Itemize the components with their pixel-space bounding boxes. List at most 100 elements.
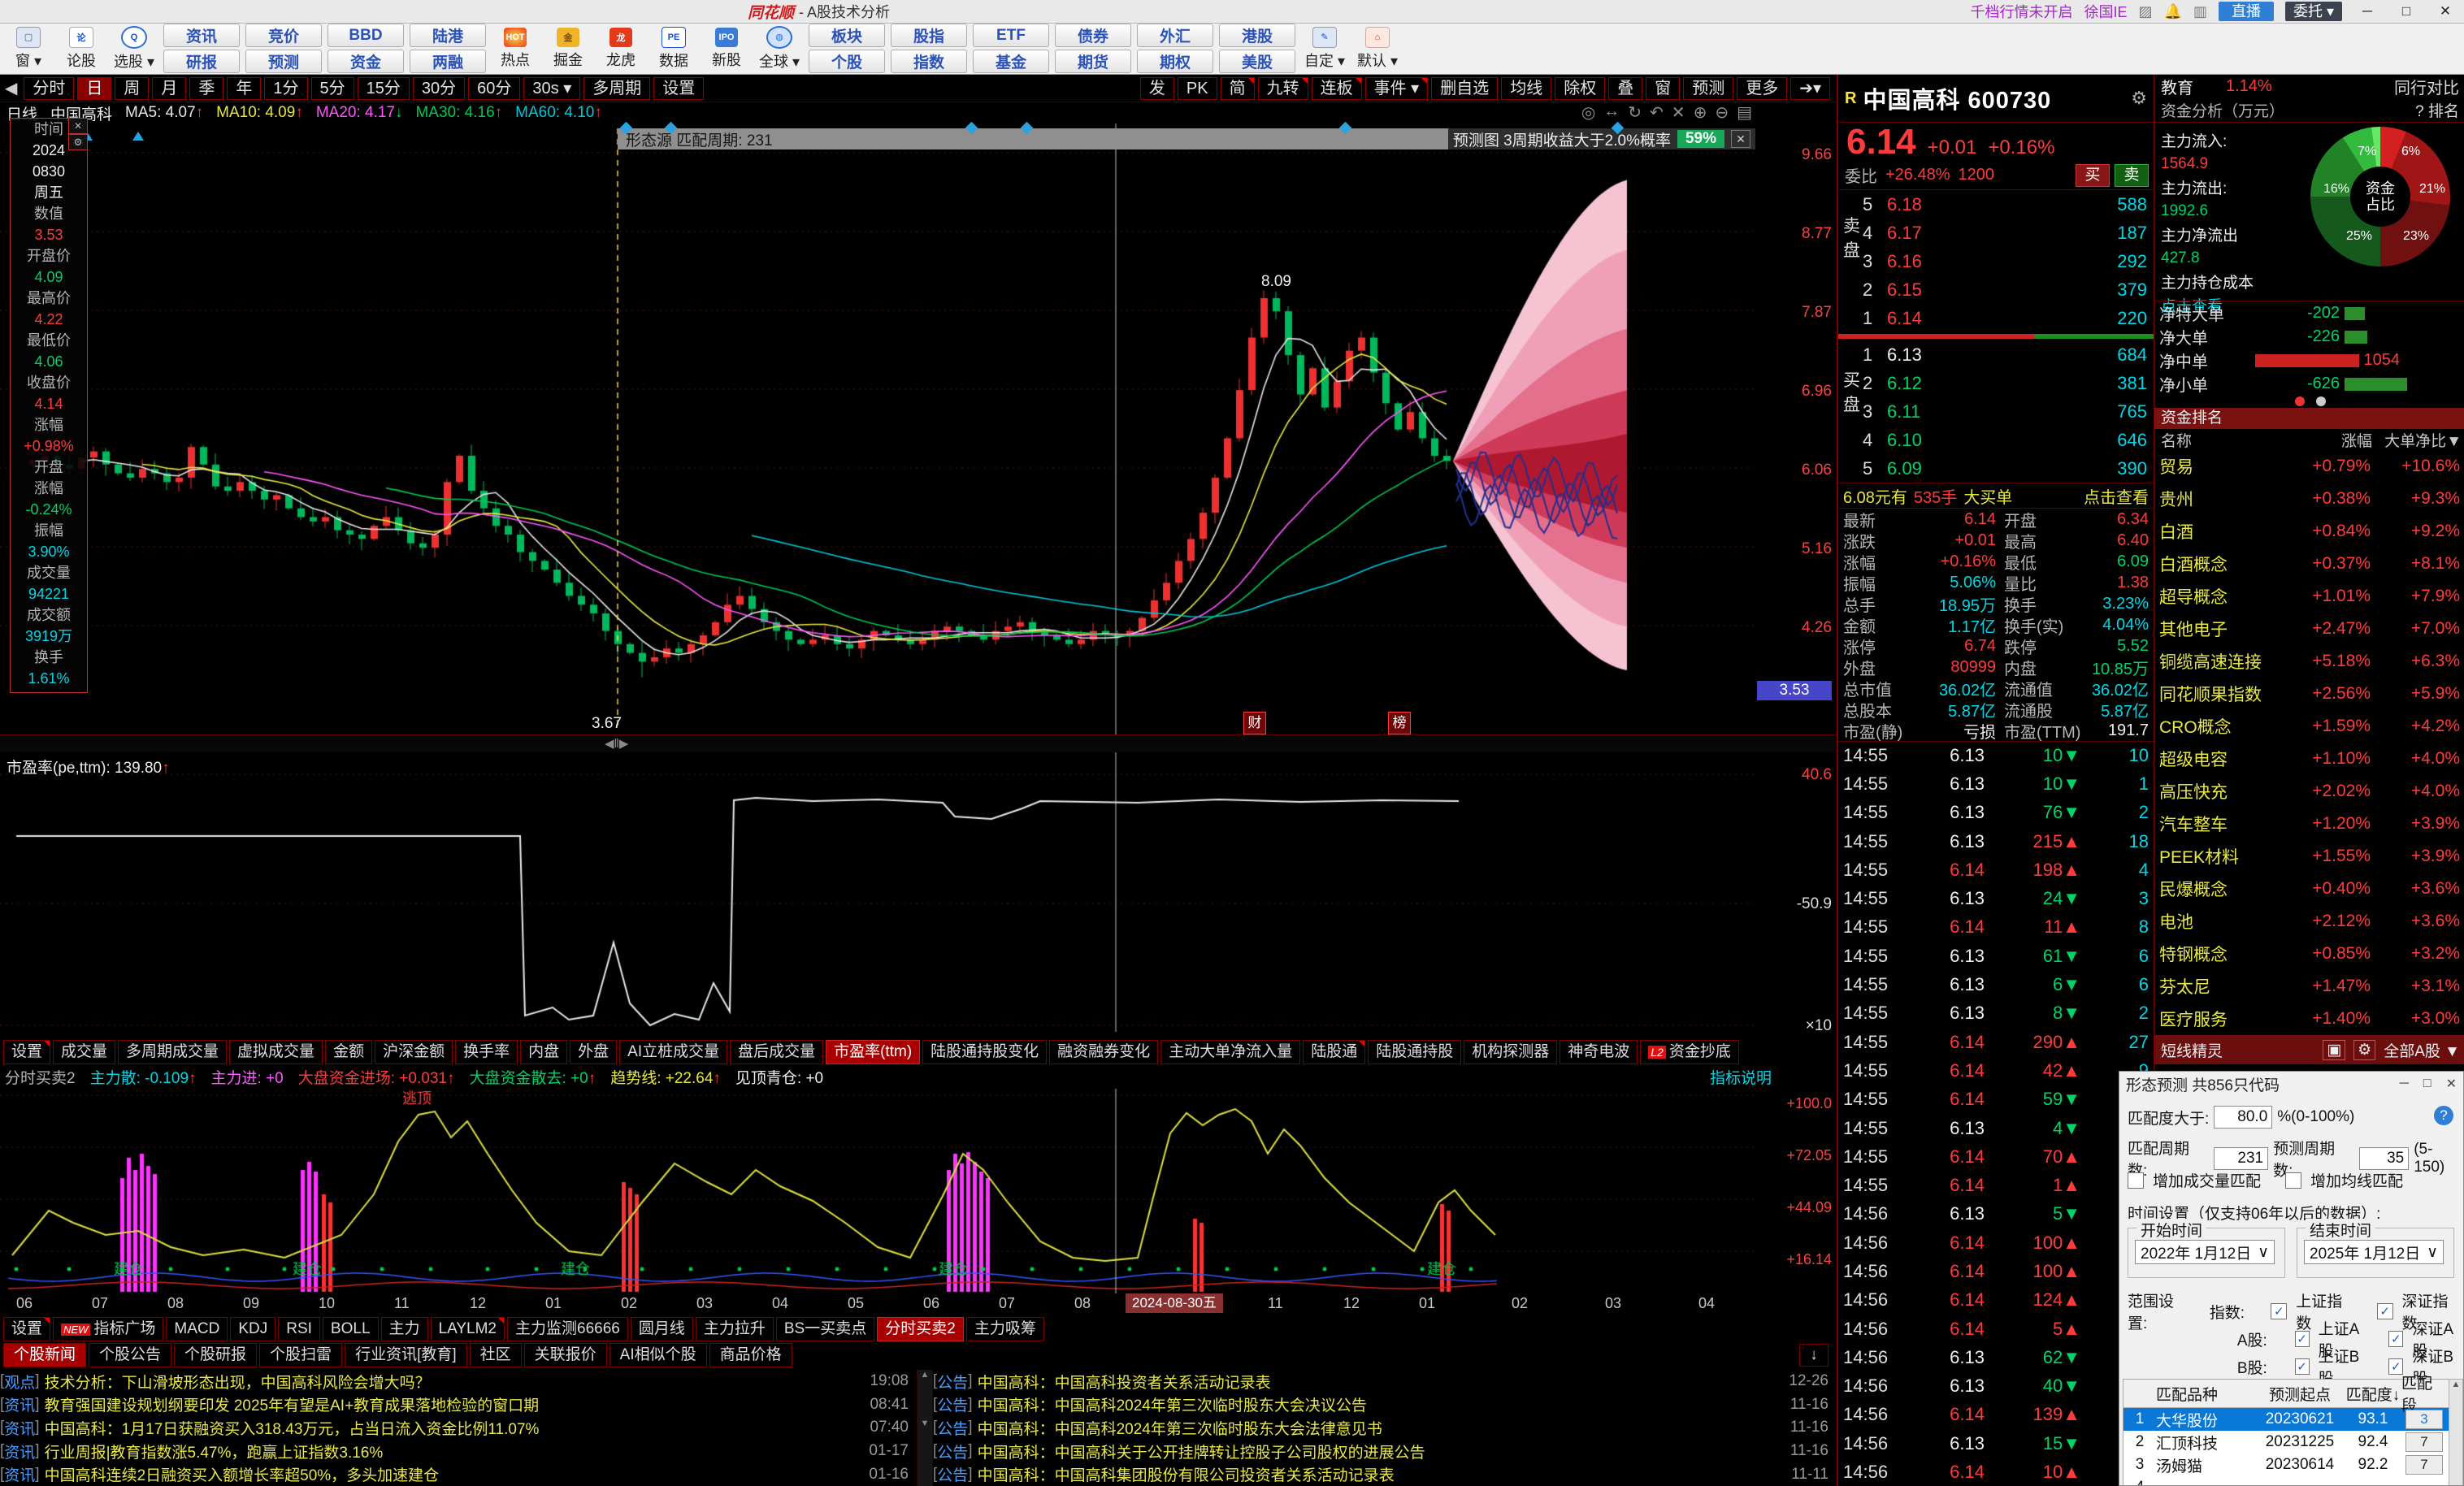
sub2-chart-canvas[interactable]	[0, 1089, 1837, 1293]
tool-事件[interactable]: 事件 ▾	[1365, 77, 1429, 100]
trade-row[interactable]: 14:556.14198▲4	[1838, 856, 2154, 884]
ind-tab-金额[interactable]: 金额	[325, 1040, 372, 1064]
sector-row[interactable]: 贸易+0.79%+10.6%	[2154, 450, 2464, 483]
period-周[interactable]: 周	[115, 77, 149, 100]
splitter-handle[interactable]: ◀‖▶	[605, 736, 628, 751]
news-item[interactable]: [ 公告 ]中国高科：中国高科投资者关系活动记录表12-26	[933, 1370, 1837, 1393]
dialog-titlebar[interactable]: 形态预测 共856只代码 ─ □ ✕	[2119, 1072, 2463, 1096]
prediction-close-icon[interactable]: ✕	[1731, 130, 1750, 148]
ind-tab-市盈率(ttm)[interactable]: 市盈率(ttm)	[826, 1040, 920, 1064]
match-row-汤姆猫[interactable]: 3汤姆猫2023061492.27	[2123, 1454, 2461, 1476]
ind-tab-陆股通持股[interactable]: 陆股通持股	[1368, 1040, 1461, 1064]
window-button[interactable]: ▢窗 ▾	[5, 25, 52, 72]
match-degree-input[interactable]: 80.0	[2214, 1106, 2272, 1129]
toolbar-button-龙虎[interactable]: 龙龙虎	[597, 25, 644, 72]
toolbar-button-陆港[interactable]: 陆港	[410, 24, 486, 47]
predict-cycle-input[interactable]: 35	[2359, 1147, 2410, 1170]
toolbar-button-热点[interactable]: HOT热点	[492, 25, 539, 72]
volume-match-checkbox[interactable]	[2128, 1172, 2144, 1189]
sort-column[interactable]: 大单净比▼	[2372, 429, 2464, 451]
sector-row[interactable]: 电池+2.12%+3.6%	[2154, 905, 2464, 938]
sector-row[interactable]: 特钢概念+0.85%+3.2%	[2154, 938, 2464, 970]
ask-row[interactable]: 16.14220	[1838, 304, 2154, 332]
tool-PK[interactable]: PK	[1178, 77, 1217, 100]
market-filter-dropdown[interactable]: 全部A股 ▼	[2384, 1039, 2460, 1061]
sector-row[interactable]: 白酒+0.84%+9.2%	[2154, 515, 2464, 548]
period-季[interactable]: 季	[189, 77, 223, 100]
kline-chart-canvas[interactable]	[0, 123, 1837, 734]
chart-tool-icon[interactable]: ↔	[1603, 102, 1620, 123]
news-item[interactable]: [ 资讯 ]教育强国建设规划纲要印发 2025年有望是AI+教育成果落地检验的窗…	[0, 1393, 917, 1417]
toolbar-button-资讯[interactable]: 资讯	[163, 24, 240, 47]
ind-tab-主动大单净流入量[interactable]: 主动大单净流入量	[1160, 1040, 1300, 1064]
chart-tool-icon[interactable]: ⊖	[1715, 102, 1729, 123]
big-order-alert[interactable]: 6.08元有535手 大买单 点击查看	[1838, 483, 2154, 509]
chart-tool-icon[interactable]: ↶	[1650, 102, 1664, 123]
trash-icon[interactable]: ▥	[2193, 3, 2207, 20]
bid-row[interactable]: 26.12381	[1838, 369, 2154, 397]
news-item[interactable]: [ 资讯 ]中国高科连续2日融资买入额增长率超50%，多头加速建仓01-16	[0, 1462, 917, 1486]
bid-row[interactable]: 56.09390	[1838, 454, 2154, 483]
news-scrollbar[interactable]: ▲▼	[917, 1370, 933, 1486]
sprite-window-icon[interactable]: ▣	[2323, 1040, 2345, 1060]
toolbar-button-债券[interactable]: 债券	[1055, 24, 1131, 47]
period-设置[interactable]: 设置	[653, 77, 704, 100]
func-tab-BOLL[interactable]: BOLL	[323, 1317, 379, 1341]
match-row-大华股份[interactable]: 1大华股份2023062193.13	[2123, 1408, 2461, 1431]
tool-发[interactable]: 发	[1140, 77, 1174, 100]
func-tab-MACD[interactable]: MACD	[166, 1317, 228, 1341]
toolbar-button-预测[interactable]: 预测	[245, 50, 322, 73]
toolbar-button-基金[interactable]: 基金	[973, 50, 1049, 73]
range-checkbox[interactable]: ✓	[2295, 1358, 2310, 1375]
sector-row[interactable]: 其他电子+2.47%+7.0%	[2154, 613, 2464, 645]
trade-row[interactable]: 14:566.14124▲	[1838, 1286, 2154, 1315]
func-tab-KDJ[interactable]: KDJ	[230, 1317, 275, 1341]
toolbar-button-美股[interactable]: 美股	[1219, 50, 1295, 73]
chart-tool-icon[interactable]: ⊕	[1694, 102, 1707, 123]
buy-button[interactable]: 买	[2076, 164, 2110, 187]
news-tab-个股新闻[interactable]: 个股新闻	[3, 1343, 86, 1367]
bid-row[interactable]: 36.11765	[1838, 397, 2154, 426]
news-item[interactable]: [ 观点 ]技术分析：下山滑坡形态出现，中国高科风险会增大吗？19:08	[0, 1370, 917, 1393]
live-button[interactable]: 直播	[2219, 2, 2274, 21]
toolbar-button-两融[interactable]: 两融	[410, 50, 486, 73]
segment-button[interactable]: 3	[2405, 1410, 2443, 1429]
ind-tab-盘后成交量[interactable]: 盘后成交量	[730, 1040, 823, 1064]
trade-row[interactable]: 14:556.138▼2	[1838, 999, 2154, 1028]
trade-row[interactable]: 14:556.13215▲18	[1838, 827, 2154, 856]
func-tab-圆月线[interactable]: 圆月线	[631, 1317, 693, 1341]
toolbar-button-数据[interactable]: PE数据	[650, 25, 697, 72]
toolbar-button-外汇[interactable]: 外汇	[1137, 24, 1213, 47]
toolbar-button-全球[interactable]: ◍全球 ▾	[756, 25, 803, 72]
dialog-maximize-icon[interactable]: □	[2423, 1077, 2431, 1091]
trade-row[interactable]: 14:556.1310▼1	[1838, 769, 2154, 798]
chart-splitter[interactable]: ◀‖▶	[0, 734, 1837, 754]
func-tab-主力[interactable]: 主力	[381, 1317, 428, 1341]
period-年[interactable]: 年	[227, 77, 261, 100]
screener-button[interactable]: Q选股 ▾	[111, 25, 158, 72]
func-tab-RSI[interactable]: RSI	[278, 1317, 320, 1341]
tool-简[interactable]: 简	[1221, 77, 1255, 100]
toolbar-button-股指[interactable]: 股指	[891, 24, 967, 47]
func-tab-主力监测66666[interactable]: 主力监测66666	[507, 1317, 628, 1341]
sector-row[interactable]: 高压快充+2.02%+4.0%	[2154, 775, 2464, 808]
tool-窗[interactable]: 窗	[1646, 77, 1680, 100]
rank-link[interactable]: ? 排名	[2415, 99, 2459, 121]
news-tab-商品价格[interactable]: 商品价格	[709, 1343, 792, 1367]
default-layout-button[interactable]: ⌂默认 ▾	[1354, 25, 1401, 72]
peer-compare-link[interactable]: 同行对比	[2394, 75, 2459, 98]
view-link[interactable]: 点击查看	[2084, 484, 2149, 508]
chart-tool-icon[interactable]: ✕	[1672, 102, 1685, 123]
period-1分[interactable]: 1分	[264, 77, 307, 100]
tool-连板[interactable]: 连板	[1312, 77, 1362, 100]
news-item[interactable]: [ 资讯 ]中国高科：1月17日获融资买入318.43万元，占当日流入资金比例1…	[0, 1416, 917, 1440]
ind-tab-沪深金额[interactable]: 沪深金额	[375, 1040, 453, 1064]
news-item[interactable]: [ 公告 ]中国高科：中国高科关于公开挂牌转让控股子公司股权的进展公告11-16	[933, 1440, 1837, 1463]
sector-row[interactable]: PEEK材料+1.55%+3.9%	[2154, 840, 2464, 873]
image-icon[interactable]: ▨	[2139, 3, 2153, 20]
sector-row[interactable]: 贵州+0.38%+9.3%	[2154, 483, 2464, 515]
chart-tool-icon[interactable]: ↻	[1628, 102, 1642, 123]
trade-row[interactable]: 14:566.14139▲	[1838, 1401, 2154, 1429]
ind-tab-多周期成交量[interactable]: 多周期成交量	[118, 1040, 227, 1064]
chart-tool-icon[interactable]: ▤	[1737, 102, 1752, 123]
